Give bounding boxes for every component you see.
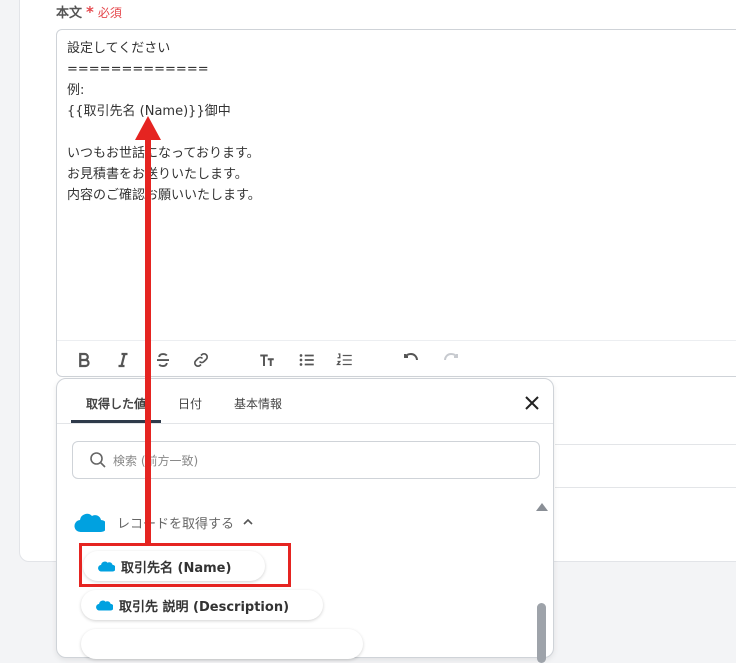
body-editor-text[interactable]: 設定してください ============= 例: {{取引先名 (Name)}… [67,38,261,206]
picker-tabs: 取得した値 日付 基本情報 [57,379,553,424]
bullet-list-icon[interactable] [296,349,318,371]
scrollbar-thumb[interactable] [537,603,546,663]
close-icon[interactable] [523,394,541,412]
field-label: 本文 * 必須 [56,2,122,21]
tab-retrieved-values[interactable]: 取得した値 [86,395,146,412]
annotation-highlight-box [79,543,291,587]
numbered-list-icon[interactable] [334,349,356,371]
list-item-account-description[interactable]: 取引先 説明 (Description) [81,590,323,620]
section-label: レコードを取得する [117,516,235,532]
background-divider [555,444,736,445]
search-input[interactable] [111,442,515,480]
undo-icon[interactable] [400,349,422,371]
bold-icon[interactable] [73,349,95,371]
list-item-label: 取引先 説明 (Description) [119,599,290,615]
editor-toolbar [57,340,736,379]
search-box [72,441,540,480]
list-item[interactable] [81,629,363,659]
strikethrough-icon[interactable] [152,349,174,371]
required-text: 必須 [97,6,122,20]
required-star: * [86,3,94,21]
tab-basic-info[interactable]: 基本情報 [234,395,282,412]
background-divider [555,487,736,488]
link-icon[interactable] [190,349,212,371]
redo-icon[interactable] [440,349,462,371]
variable-picker-popup: 取得した値 日付 基本情報 レコードを取得する 取引先名 (Name) 取引先 … [56,378,554,663]
text-size-icon[interactable] [256,349,278,371]
active-tab-indicator [71,420,161,423]
tab-date[interactable]: 日付 [178,395,202,412]
chevron-up-icon[interactable] [242,516,254,528]
field-label-text: 本文 [56,6,83,21]
scroll-up-arrow[interactable] [536,503,548,511]
italic-icon[interactable] [112,349,134,371]
search-icon [90,452,106,468]
salesforce-cloud-icon [96,600,113,611]
salesforce-cloud-icon [74,513,105,533]
section-get-record[interactable]: レコードを取得する [73,510,254,534]
body-editor[interactable]: 設定してください ============= 例: {{取引先名 (Name)}… [56,29,736,377]
